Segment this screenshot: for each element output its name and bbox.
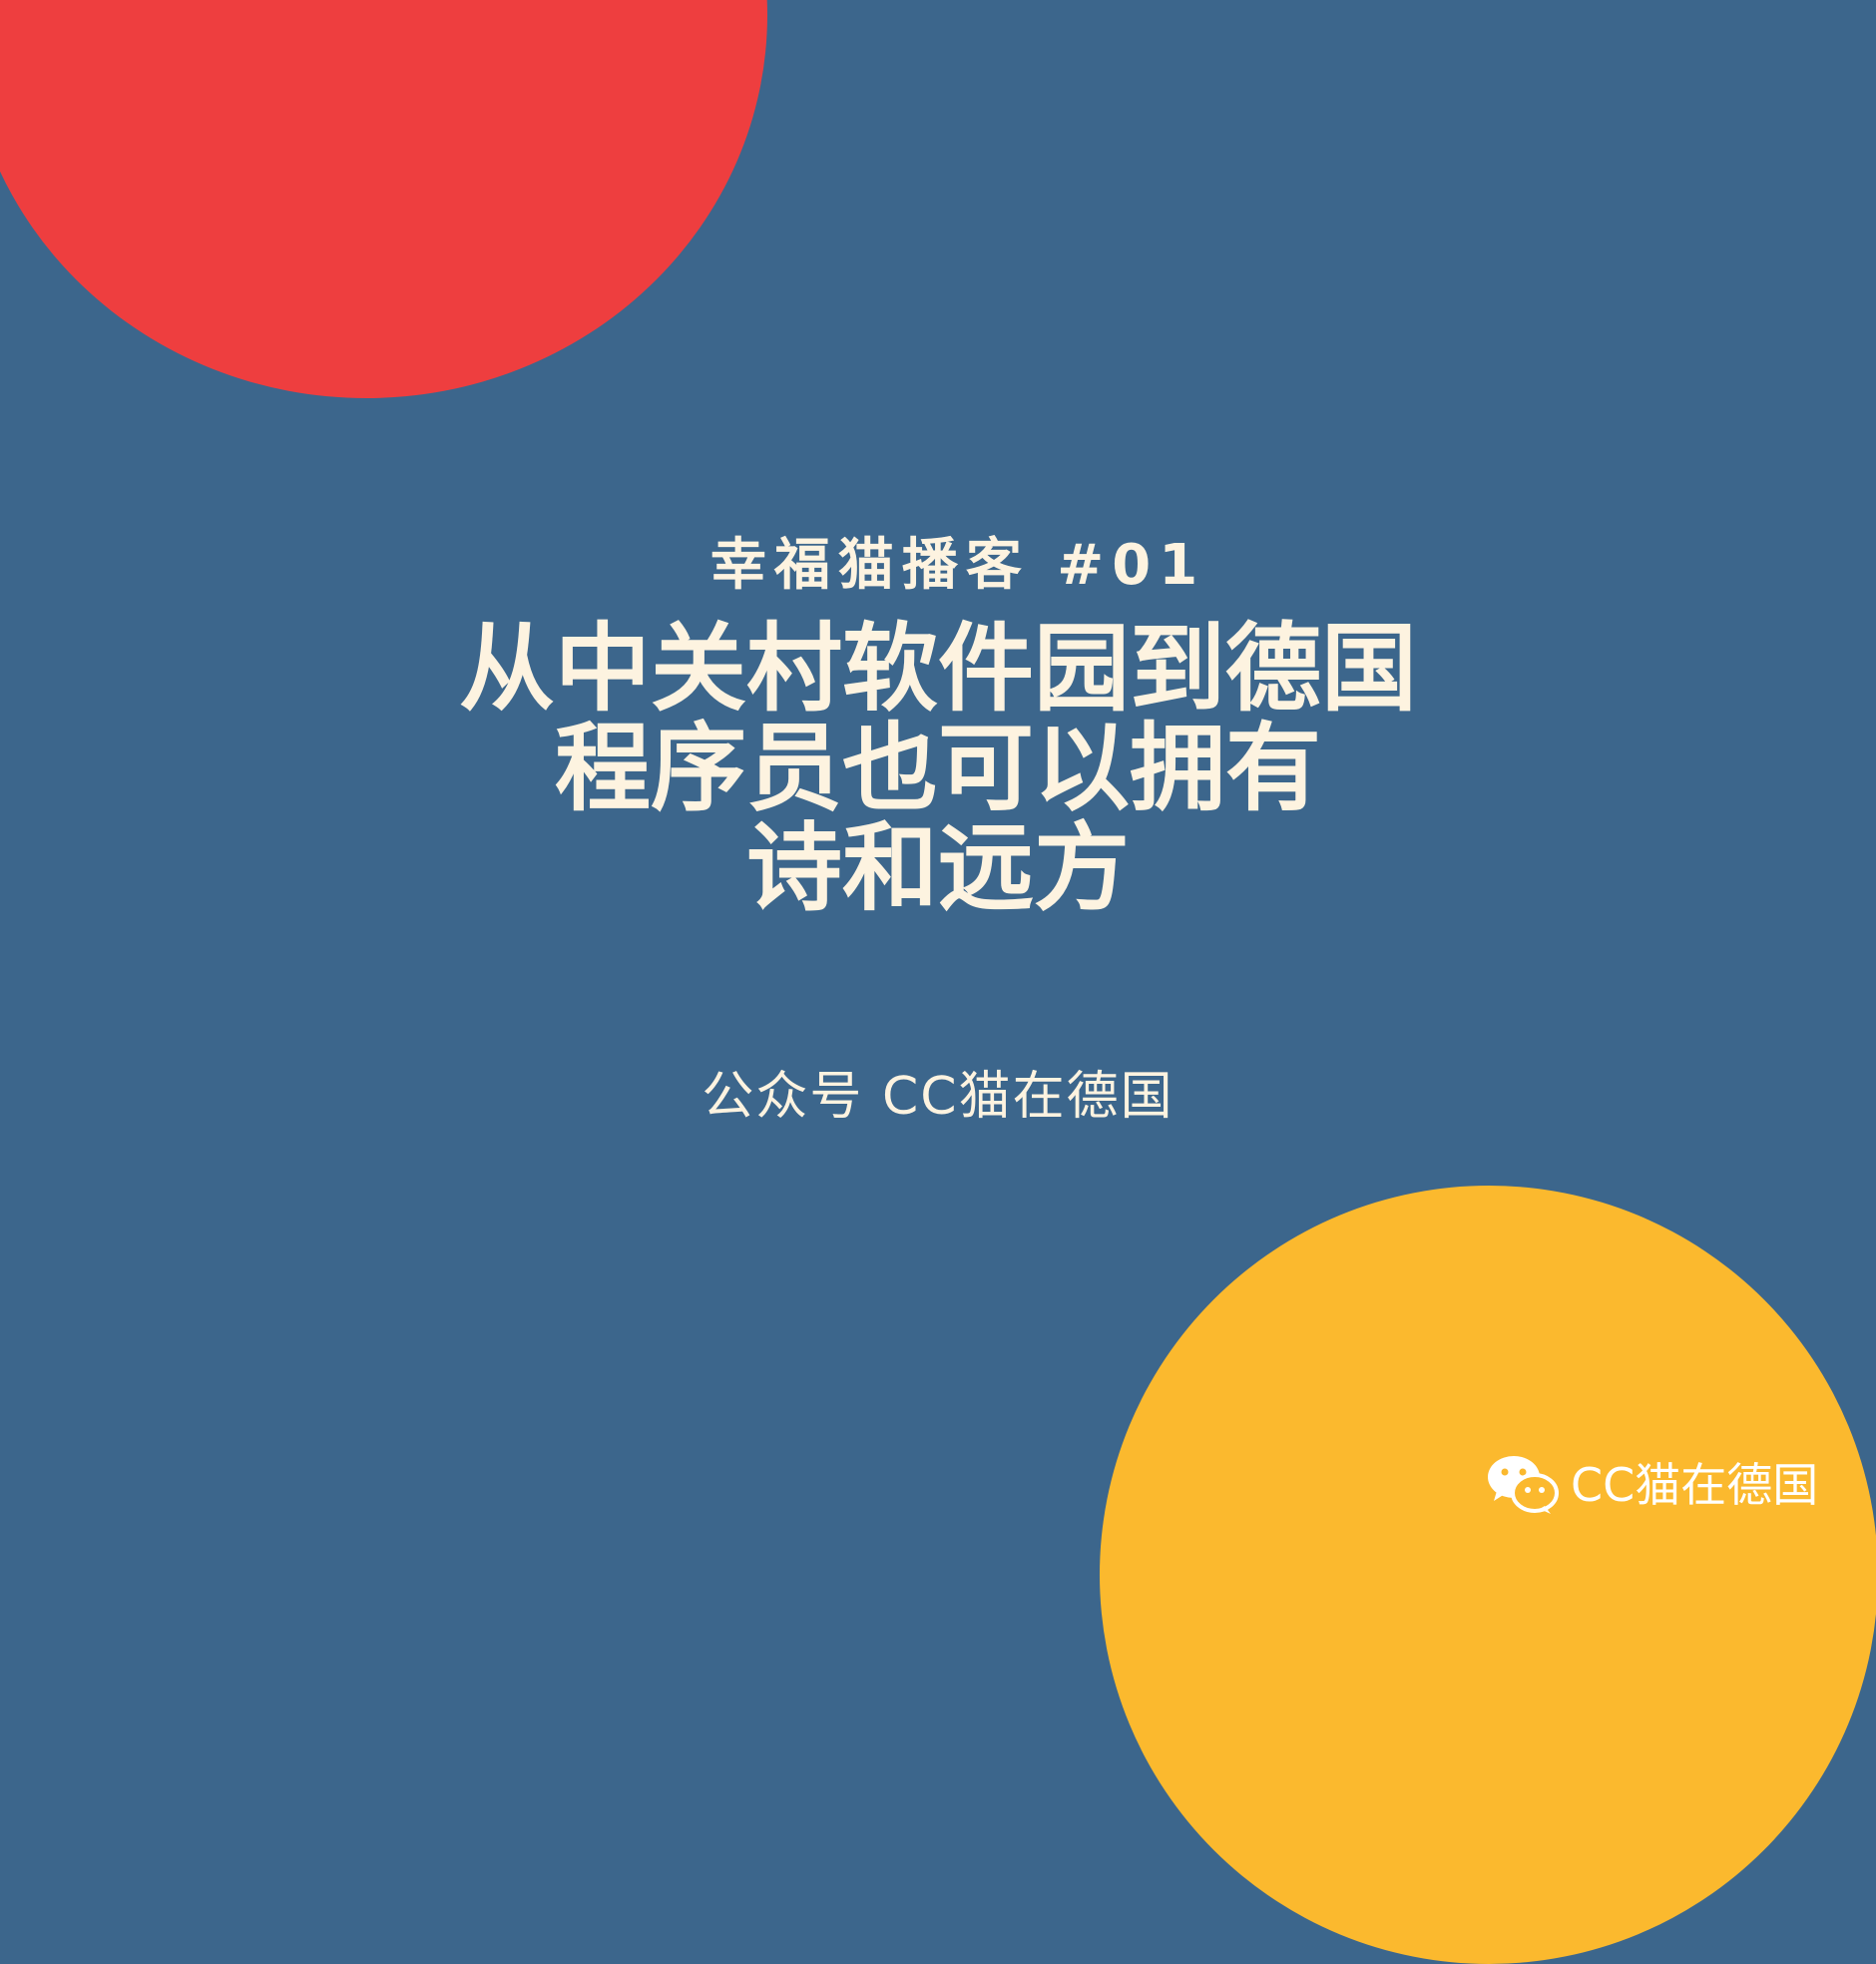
red-circle-decoration	[0, 0, 767, 398]
title-line: 从中关村软件园到德国	[459, 613, 1417, 725]
wechat-icon	[1488, 1456, 1559, 1514]
wechat-watermark: CC猫在德国	[1485, 1453, 1818, 1517]
podcast-subtitle: 幸福猫播客 #01	[709, 533, 1206, 598]
watermark-text: CC猫在德国	[1571, 1458, 1819, 1512]
page-title: 从中关村软件园到德国 程序员也可以拥有 诗和远方	[0, 619, 1876, 918]
title-line: 诗和远方	[746, 812, 1130, 924]
account-label: 公众号 CC猫在德国	[702, 1067, 1174, 1127]
title-line: 程序员也可以拥有	[555, 713, 1321, 824]
yellow-circle-decoration	[1100, 1186, 1876, 1964]
